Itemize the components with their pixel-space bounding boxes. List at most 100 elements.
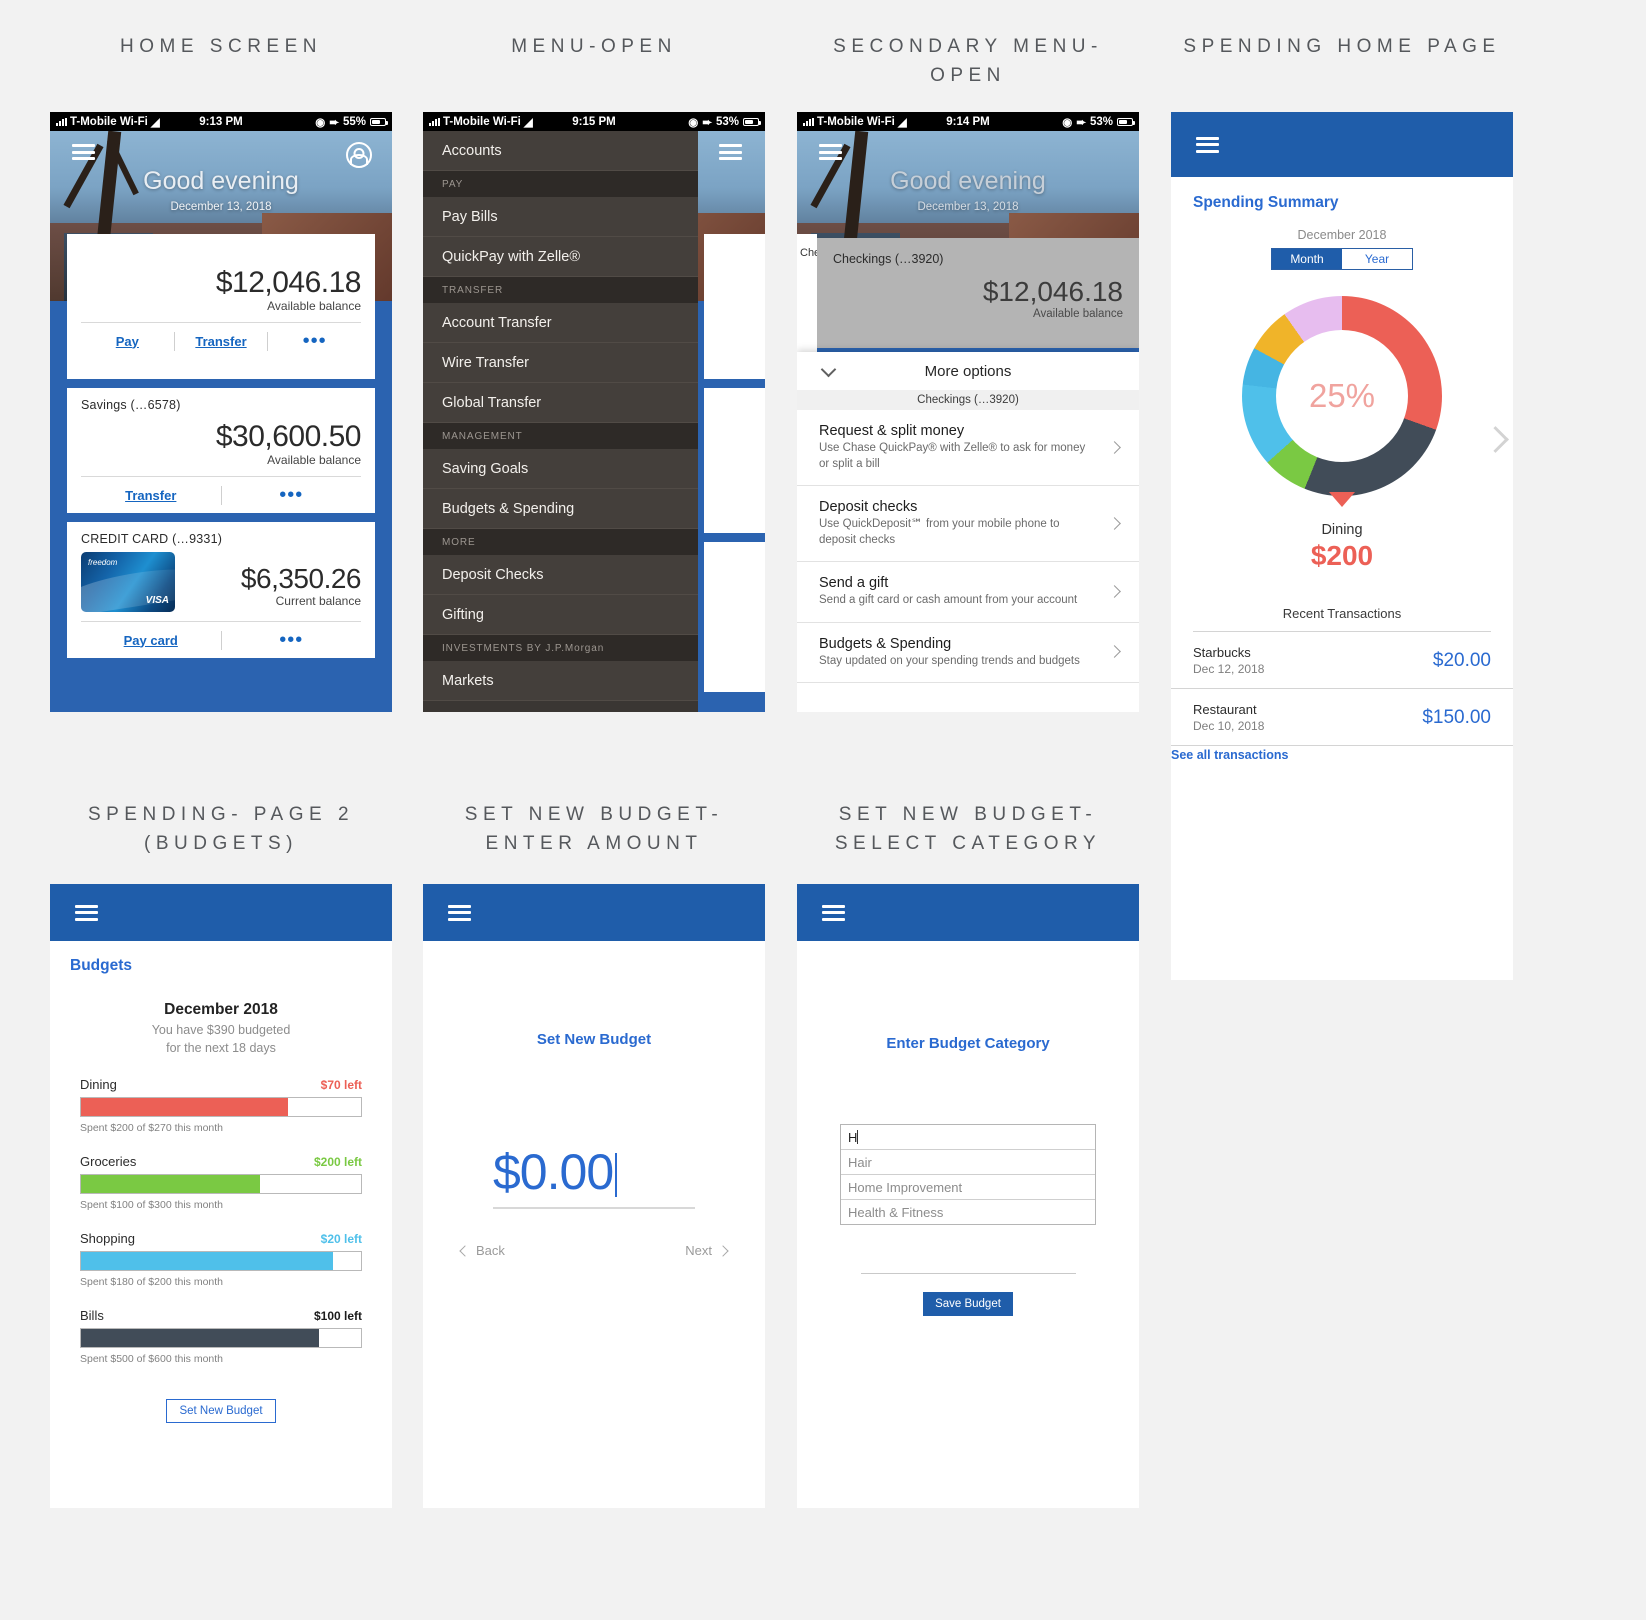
set-new-budget-button[interactable]: Set New Budget <box>166 1399 276 1424</box>
nav-menu-item[interactable]: QuickPay with Zelle® <box>423 237 698 277</box>
budget-category-name: Dining <box>80 1077 117 1093</box>
chevron-down-icon[interactable] <box>820 361 837 378</box>
back-button[interactable]: Back <box>459 1243 505 1258</box>
budget-category-name: Shopping <box>80 1231 135 1247</box>
category-input[interactable]: H <box>841 1125 1095 1149</box>
account-card-credit[interactable]: CREDIT CARD (…9331) freedom VISA $6,350.… <box>67 522 375 658</box>
see-all-transactions-link[interactable]: See all transactions <box>1171 732 1288 778</box>
nav-section-header: INVESTMENTS BY J.P.Morgan <box>423 635 698 661</box>
menu-hamburger-icon[interactable] <box>75 904 98 921</box>
greeting-date: December 13, 2018 <box>917 201 1019 213</box>
page-title-enter-budget-category: Enter Budget Category <box>886 1035 1050 1052</box>
transaction-amount: $150.00 <box>1422 706 1491 728</box>
sheet-option-row[interactable]: Budgets & Spending Stay updated on your s… <box>797 623 1139 684</box>
caption-category-line1: SET NEW BUDGET- <box>838 804 1098 825</box>
save-budget-button[interactable]: Save Budget <box>923 1292 1013 1316</box>
category-input-value: H <box>848 1129 858 1145</box>
sheet-option-desc: Stay updated on your spending trends and… <box>819 654 1080 667</box>
text-caret <box>857 1130 859 1144</box>
nav-menu-item[interactable]: Gifting <box>423 595 698 635</box>
transfer-link[interactable]: Transfer <box>81 488 221 503</box>
account-balance: $12,046.18 <box>982 276 1123 307</box>
credit-card-row: freedom VISA $6,350.26 Current balance <box>81 546 362 612</box>
app-bar-set-amount <box>423 884 765 941</box>
caption-menu-open: MENU-OPEN <box>511 36 677 57</box>
pay-link[interactable]: Pay <box>81 334 174 349</box>
nav-menu-item[interactable]: Account Transfer <box>423 303 698 343</box>
account-card-checking[interactable]: $12,046.18 Available balance Pay Transfe… <box>67 234 375 379</box>
greeting-date: December 13, 2018 <box>170 201 272 213</box>
sheet-account-label: Checkings (…3920) <box>797 390 1139 410</box>
account-card-credit-bg <box>704 542 765 692</box>
sheet-option-title: Request & split money <box>819 423 965 439</box>
budget-item-header: Groceries $200 left <box>80 1154 362 1169</box>
caption-set-category: SET NEW BUDGET- SELECT CATEGORY <box>797 800 1139 859</box>
account-balance-sub: Available balance <box>267 453 361 467</box>
sheet-option-row[interactable]: Send a gift Send a gift card or cash amou… <box>797 562 1139 623</box>
segment-month[interactable]: Month <box>1272 249 1342 269</box>
budget-amount-field[interactable]: $0.00 <box>493 1143 695 1209</box>
budget-progress-fill <box>81 1175 261 1194</box>
account-actions: Transfer ••• <box>81 476 361 513</box>
transaction-row[interactable]: Starbucks Dec 12, 2018 $20.00 <box>1171 632 1513 689</box>
budget-item[interactable]: Bills $100 left Spent $500 of $600 this mo… <box>50 1308 392 1365</box>
caption-amount-line1: SET NEW BUDGET- <box>464 804 724 825</box>
budget-item[interactable]: Groceries $200 left Spent $100 of $300 thi… <box>50 1154 392 1211</box>
nav-section-header: PAY <box>423 171 698 197</box>
nav-menu-item[interactable]: Wire Transfer <box>423 343 698 383</box>
menu-hamburger-icon[interactable] <box>822 904 845 921</box>
location-icon: ➨ <box>702 116 712 129</box>
menu-hamburger-icon[interactable] <box>1196 136 1219 153</box>
nav-menu-item[interactable]: Accounts <box>423 131 698 171</box>
category-suggestion[interactable]: Health & Fitness <box>841 1199 1095 1224</box>
budget-item-header: Shopping $20 left <box>80 1231 362 1246</box>
caption-budgets-line2: (BUDGETS) <box>144 833 298 855</box>
profile-avatar-icon[interactable] <box>346 142 372 168</box>
nav-menu-item[interactable]: Markets <box>423 661 698 701</box>
more-options-dots-icon[interactable]: ••• <box>222 630 362 650</box>
nav-menu-item[interactable]: Deposit Checks <box>423 555 698 595</box>
caption-set-amount: SET NEW BUDGET- ENTER AMOUNT <box>423 800 765 859</box>
sheet-option-title: Budgets & Spending <box>819 635 952 652</box>
credit-card-art: freedom VISA <box>81 552 175 612</box>
location-icon: ➨ <box>329 116 339 129</box>
segment-year[interactable]: Year <box>1342 249 1412 269</box>
nav-menu-item[interactable]: Saving Goals <box>423 449 698 489</box>
transaction-name: Starbucks <box>1193 645 1251 660</box>
category-suggestion[interactable]: Hair <box>841 1149 1095 1174</box>
status-bar-menu: T-Mobile Wi-Fi ◢ 9:15 PM ◉ ➨ 53% <box>423 112 765 131</box>
page-title-spending-summary: Spending Summary <box>1193 194 1339 211</box>
spending-donut-chart[interactable]: 25% <box>1242 296 1442 507</box>
budget-item[interactable]: Shopping $20 left Spent $180 of $200 this … <box>50 1231 392 1288</box>
category-suggestion[interactable]: Home Improvement <box>841 1174 1095 1199</box>
more-options-dots-icon[interactable]: ••• <box>268 331 361 351</box>
battery-icon <box>1117 117 1135 126</box>
menu-hamburger-icon[interactable] <box>448 904 471 921</box>
budgets-note-line2: for the next 18 days <box>166 1041 276 1056</box>
budget-item[interactable]: Dining $70 left Spent $200 of $270 this mo… <box>50 1077 392 1134</box>
menu-hamburger-icon[interactable] <box>72 144 95 160</box>
status-right: ◉ ➨ 53% <box>1062 115 1135 129</box>
nav-menu-item[interactable]: Budgets & Spending <box>423 489 698 529</box>
menu-hamburger-icon[interactable] <box>719 144 742 160</box>
sheet-option-row[interactable]: Request & split money Use Chase QuickPay®… <box>797 410 1139 487</box>
more-options-dots-icon[interactable]: ••• <box>222 485 362 505</box>
next-category-arrow-icon[interactable] <box>1482 426 1509 453</box>
sheet-option-row[interactable]: Deposit checks Use QuickDeposit℠ from you… <box>797 486 1139 563</box>
account-card-savings[interactable]: Savings (…6578) $30,600.50 Available bal… <box>67 388 375 513</box>
menu-hamburger-icon[interactable] <box>819 144 842 160</box>
transfer-link[interactable]: Transfer <box>175 334 268 349</box>
budget-category-name: Bills <box>80 1308 104 1324</box>
sheet-option-desc: Use QuickDeposit℠ from your mobile phone… <box>819 518 1060 546</box>
budget-remaining: $70 left <box>320 1078 362 1093</box>
app-bar-spending <box>1171 112 1513 177</box>
nav-menu-item[interactable]: Pay Bills <box>423 197 698 237</box>
more-options-sheet: More options Checkings (…3920) Request &… <box>797 352 1139 712</box>
nav-menu-item[interactable]: Global Transfer <box>423 383 698 423</box>
budget-remaining: $200 left <box>313 1155 362 1170</box>
transaction-info: Starbucks Dec 12, 2018 <box>1193 645 1264 676</box>
sheet-title: More options <box>924 362 1012 380</box>
budget-item-header: Bills $100 left <box>80 1308 362 1323</box>
next-button[interactable]: Next <box>685 1243 729 1258</box>
pay-card-link[interactable]: Pay card <box>81 633 221 648</box>
